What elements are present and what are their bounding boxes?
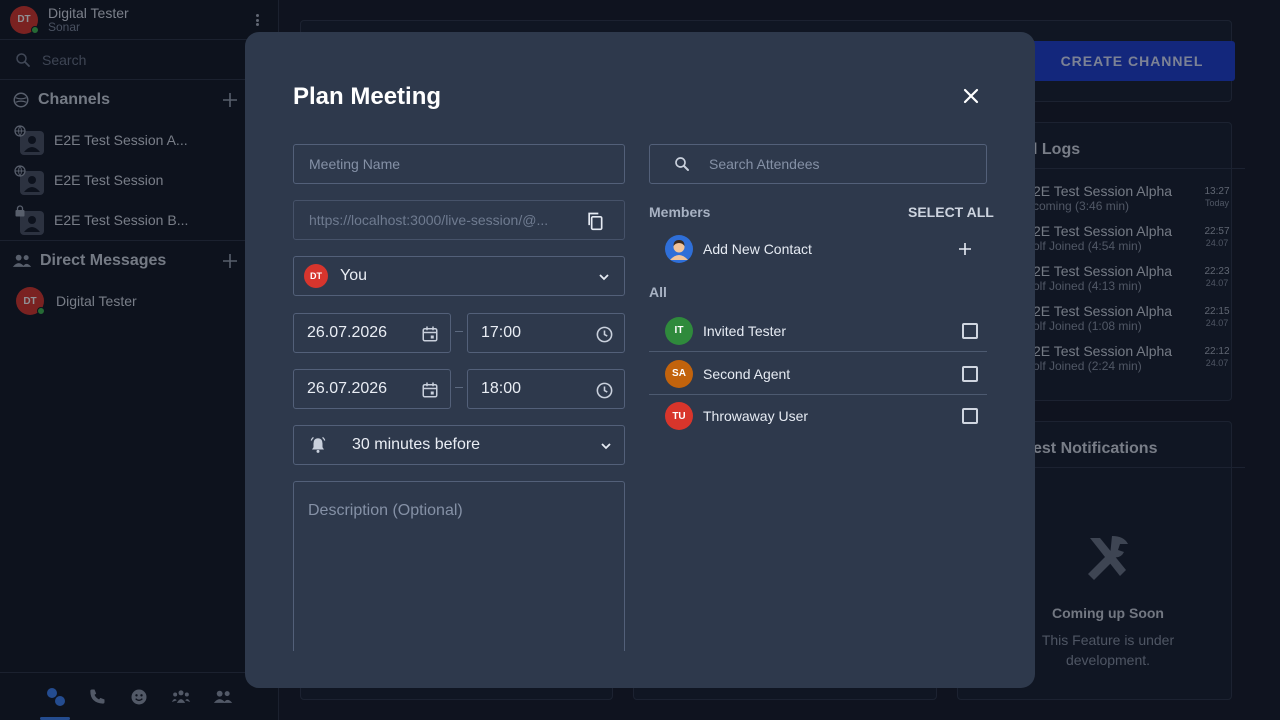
meeting-name-placeholder: Meeting Name: [309, 156, 401, 172]
attendee-checkbox[interactable]: [962, 408, 978, 424]
bell-icon: [308, 435, 328, 455]
end-date-input[interactable]: 26.07.2026: [293, 369, 451, 409]
close-icon[interactable]: [960, 85, 982, 107]
start-time-input[interactable]: 17:00: [467, 313, 625, 353]
meeting-name-input[interactable]: Meeting Name: [293, 144, 625, 184]
start-date-input[interactable]: 26.07.2026: [293, 313, 451, 353]
description-placeholder: Description (Optional): [308, 502, 463, 519]
clock-icon[interactable]: [594, 324, 614, 344]
plan-meeting-dialog: Plan Meeting Meeting Name https://localh…: [245, 32, 1035, 688]
attendee-search-placeholder: Search Attendees: [709, 156, 820, 172]
reminder-select[interactable]: 30 minutes before: [293, 425, 625, 465]
search-icon: [675, 157, 689, 171]
host-name: You: [340, 267, 367, 284]
clock-icon[interactable]: [594, 380, 614, 400]
chevron-down-icon: [596, 269, 612, 285]
avatar: TU: [665, 402, 693, 430]
meeting-link-field: https://localhost:3000/live-session/@...: [293, 200, 625, 240]
all-label: All: [649, 284, 667, 300]
avatar: SA: [665, 359, 693, 388]
end-time-input[interactable]: 18:00: [467, 369, 625, 409]
chevron-down-icon: [598, 438, 614, 454]
meeting-link: https://localhost:3000/live-session/@...: [309, 212, 549, 228]
add-new-contact[interactable]: Add New Contact: [649, 228, 987, 270]
avatar: DT: [304, 264, 328, 288]
description-textarea[interactable]: Description (Optional): [293, 481, 625, 651]
reminder-value: 30 minutes before: [352, 436, 481, 453]
dialog-title: Plan Meeting: [293, 83, 442, 110]
attendee-row[interactable]: TU Throwaway User: [649, 395, 987, 437]
contact-avatar: [665, 235, 693, 263]
avatar: IT: [665, 316, 693, 345]
attendee-row[interactable]: SA Second Agent: [649, 353, 987, 395]
attendee-row[interactable]: IT Invited Tester: [649, 310, 987, 352]
members-label: Members: [649, 204, 711, 220]
copy-icon[interactable]: [584, 210, 606, 232]
add-icon[interactable]: [959, 243, 971, 255]
attendee-checkbox[interactable]: [962, 366, 978, 382]
calendar-icon[interactable]: [420, 324, 440, 344]
attendee-search-input[interactable]: Search Attendees: [649, 144, 987, 184]
calendar-icon[interactable]: [420, 380, 440, 400]
select-all-button[interactable]: SELECT ALL: [908, 204, 994, 220]
host-select[interactable]: DT You: [293, 256, 625, 296]
attendee-checkbox[interactable]: [962, 323, 978, 339]
